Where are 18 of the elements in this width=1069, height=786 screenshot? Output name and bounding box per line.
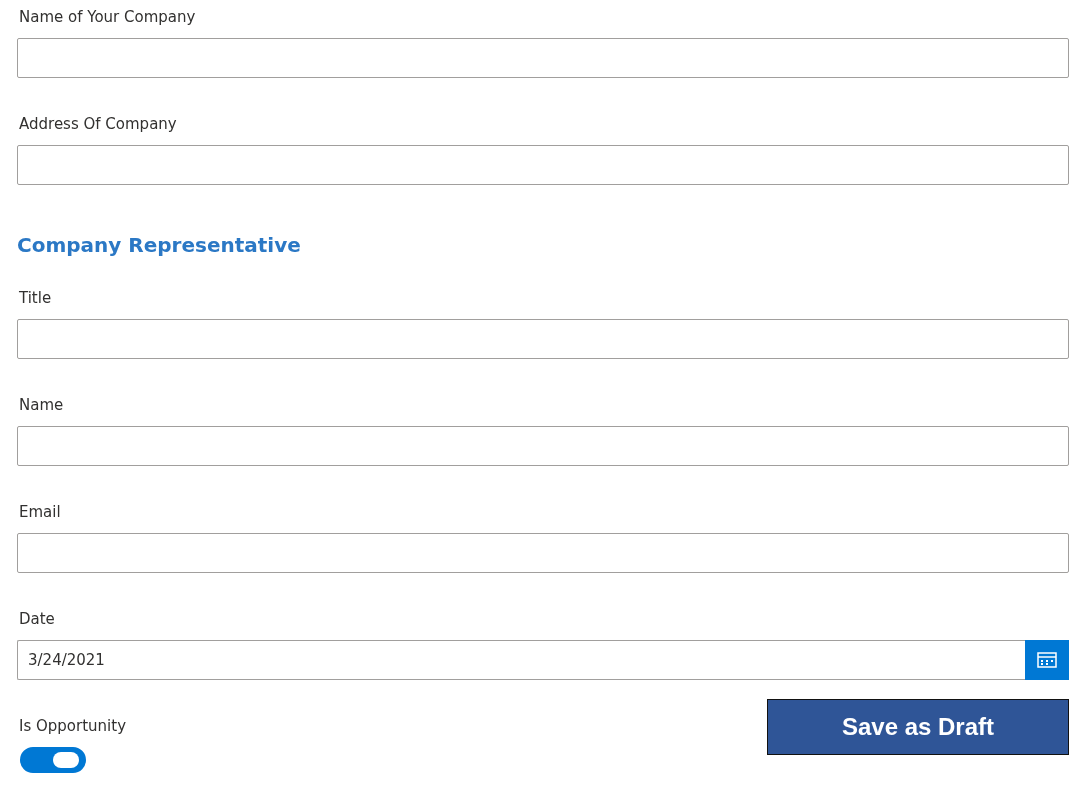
field-label: Date [19,609,56,630]
toggle-switch[interactable] [20,747,86,773]
toggle-label: Is Opportunity [19,716,127,737]
field-label: Email [19,502,62,523]
text-field[interactable] [17,145,1069,185]
save-draft-button[interactable]: Save as Draft [767,699,1069,755]
field-label: Name of Your Company [19,7,197,28]
text-field[interactable] [17,426,1069,466]
field-label: Title [19,288,53,309]
text-field[interactable] [17,38,1069,78]
calendar-icon [1037,652,1057,668]
field-label: Name [19,395,65,416]
text-field[interactable] [17,319,1069,359]
text-field[interactable] [17,533,1069,573]
field-label: Address Of Company [19,114,178,135]
calendar-button[interactable] [1025,640,1069,680]
date-field[interactable]: 3/24/2021 [17,640,1025,680]
section-heading: Company Representative [17,232,302,259]
